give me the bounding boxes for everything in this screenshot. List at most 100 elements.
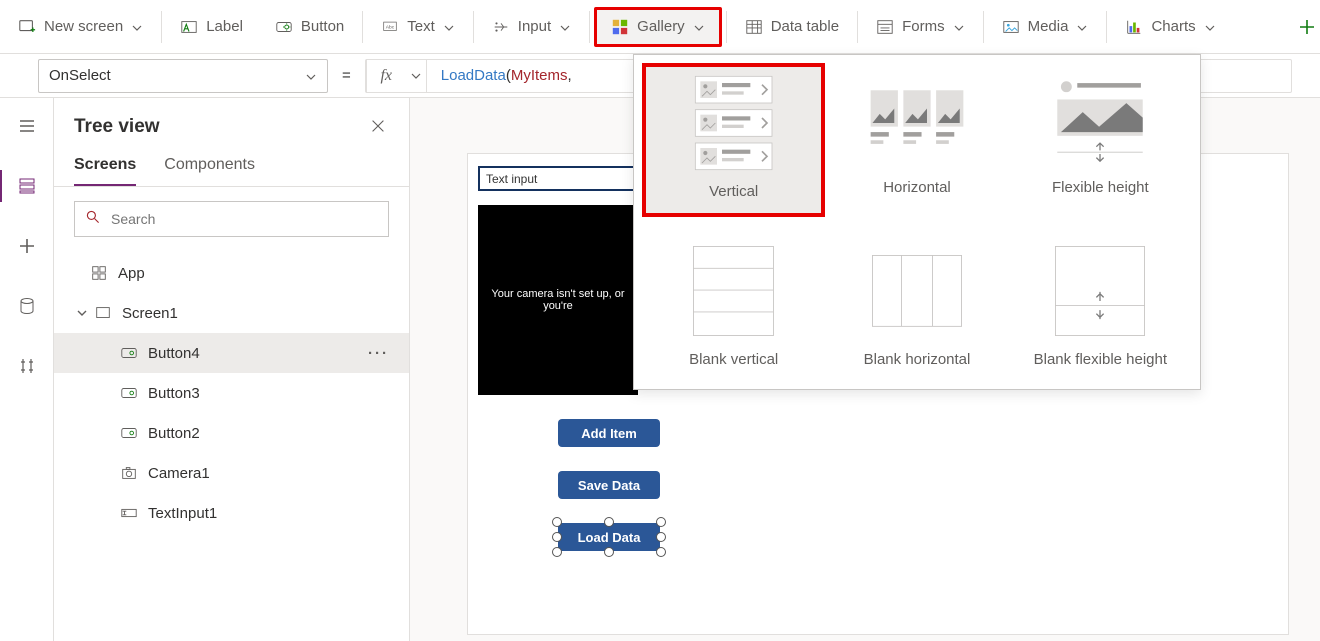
ribbon-text[interactable]: Abc Text <box>367 7 469 47</box>
ribbon-gallery[interactable]: Gallery <box>594 7 722 47</box>
tree-view-panel: Tree view Screens Components App···Scree… <box>54 98 410 641</box>
chevron-down-icon[interactable] <box>74 305 90 321</box>
ribbon-label: Forms <box>902 18 945 35</box>
chevron-down-icon <box>1076 21 1088 33</box>
text-icon: Abc <box>381 18 399 36</box>
ribbon-label: New screen <box>44 18 123 35</box>
button-icon <box>120 384 138 402</box>
chevron-down-icon <box>953 21 965 33</box>
gallery-option[interactable]: Horizontal <box>825 63 1008 217</box>
chevron-down-icon <box>1204 21 1216 33</box>
input-icon <box>492 18 510 36</box>
canvas-textinput[interactable]: Text input <box>478 166 638 191</box>
tree-item[interactable]: App··· <box>54 253 409 293</box>
ribbon-label: Button <box>301 18 344 35</box>
canvas-btn-load[interactable]: Load Data <box>558 523 660 551</box>
gallery-option-thumb <box>684 241 784 341</box>
gallery-option[interactable]: Blank flexible height <box>1009 235 1192 381</box>
chevron-down-icon <box>559 21 571 33</box>
gallery-option-label: Blank flexible height <box>1034 351 1167 369</box>
tree-item[interactable]: TextInput1··· <box>54 493 409 533</box>
canvas-camera[interactable]: Your camera isn't set up, or you're <box>478 205 638 395</box>
gallery-option-label: Vertical <box>709 183 758 201</box>
chevron-down-icon <box>693 21 705 33</box>
button-icon <box>120 344 138 362</box>
tab-screens[interactable]: Screens <box>74 156 136 186</box>
tree-item[interactable]: Camera1··· <box>54 453 409 493</box>
resize-handle[interactable] <box>656 517 666 527</box>
tools-icon[interactable] <box>11 350 43 382</box>
gallery-option-thumb <box>867 241 967 341</box>
separator <box>726 11 727 43</box>
resize-handle[interactable] <box>552 547 562 557</box>
ribbon-charts[interactable]: Charts <box>1111 7 1229 47</box>
data-icon[interactable] <box>11 290 43 322</box>
add-icon[interactable] <box>1298 18 1316 36</box>
forms-icon <box>876 18 894 36</box>
ribbon-label: Label <box>206 18 243 35</box>
separator <box>1106 11 1107 43</box>
tab-components[interactable]: Components <box>164 156 255 186</box>
charts-icon <box>1125 18 1143 36</box>
resize-handle[interactable] <box>552 532 562 542</box>
search-icon <box>85 209 101 230</box>
ribbon-label: Charts <box>1151 18 1195 35</box>
property-value: OnSelect <box>49 67 111 84</box>
formula-expand[interactable] <box>406 59 426 93</box>
media-icon <box>1002 18 1020 36</box>
ribbon-label: Media <box>1028 18 1069 35</box>
tree-search[interactable] <box>74 201 389 237</box>
tree-item-label: Button3 <box>148 385 200 402</box>
label-icon <box>180 18 198 36</box>
tree-item[interactable]: Screen1··· <box>54 293 409 333</box>
tree-search-input[interactable] <box>111 211 378 227</box>
ribbon-new-screen[interactable]: New screen <box>4 7 157 47</box>
gallery-option[interactable]: Flexible height <box>1009 63 1192 217</box>
more-icon[interactable]: ··· <box>368 345 389 362</box>
separator <box>362 11 363 43</box>
resize-handle[interactable] <box>552 517 562 527</box>
gallery-option[interactable]: Blank vertical <box>642 235 825 381</box>
resize-handle[interactable] <box>604 547 614 557</box>
ribbon-datatable[interactable]: Data table <box>731 7 853 47</box>
tok-rest: , <box>568 67 572 84</box>
screen-icon <box>94 304 112 322</box>
ribbon-button-ctrl[interactable]: Button <box>261 7 358 47</box>
ribbon-label: Text <box>407 18 435 35</box>
gallery-dropdown: Vertical HorizontalFlexible height Blank v… <box>633 54 1201 390</box>
chevron-down-icon <box>305 70 317 82</box>
tree-view-icon[interactable] <box>11 170 43 202</box>
gallery-option[interactable]: Blank horizontal <box>825 235 1008 381</box>
svg-text:Abc: Abc <box>386 24 395 30</box>
canvas-btn-load-label: Load Data <box>578 530 641 545</box>
resize-handle[interactable] <box>604 517 614 527</box>
tree-list: App···Screen1···Button4···Button3···Butt… <box>54 251 409 535</box>
gallery-option[interactable]: Vertical <box>642 63 825 217</box>
ribbon-input[interactable]: Input <box>478 7 585 47</box>
tree-title: Tree view <box>74 116 160 138</box>
insert-icon[interactable] <box>11 230 43 262</box>
canvas-btn-save[interactable]: Save Data <box>558 471 660 499</box>
gallery-option-label: Blank horizontal <box>864 351 971 369</box>
resize-handle[interactable] <box>656 547 666 557</box>
ribbon-forms[interactable]: Forms <box>862 7 979 47</box>
tree-item[interactable]: Button3··· <box>54 373 409 413</box>
resize-handle[interactable] <box>656 532 666 542</box>
canvas-btn-add[interactable]: Add Item <box>558 419 660 447</box>
hamburger-icon[interactable] <box>11 110 43 142</box>
tree-item[interactable]: Button2··· <box>54 413 409 453</box>
close-icon[interactable] <box>369 117 389 137</box>
tree-item[interactable]: Button4··· <box>54 333 409 373</box>
ribbon-label: Gallery <box>637 18 685 35</box>
tok-func: LoadData <box>441 67 506 84</box>
ribbon-media[interactable]: Media <box>988 7 1103 47</box>
ribbon-label-ctrl[interactable]: Label <box>166 7 257 47</box>
camera-message: Your camera isn't set up, or you're <box>482 288 634 312</box>
fx-label: fx <box>366 59 406 93</box>
button-icon <box>120 424 138 442</box>
tree-item-label: Screen1 <box>122 305 178 322</box>
ribbon-label: Data table <box>771 18 839 35</box>
gallery-icon <box>611 18 629 36</box>
property-select[interactable]: OnSelect <box>38 59 328 93</box>
tree-item-label: App <box>118 265 145 282</box>
